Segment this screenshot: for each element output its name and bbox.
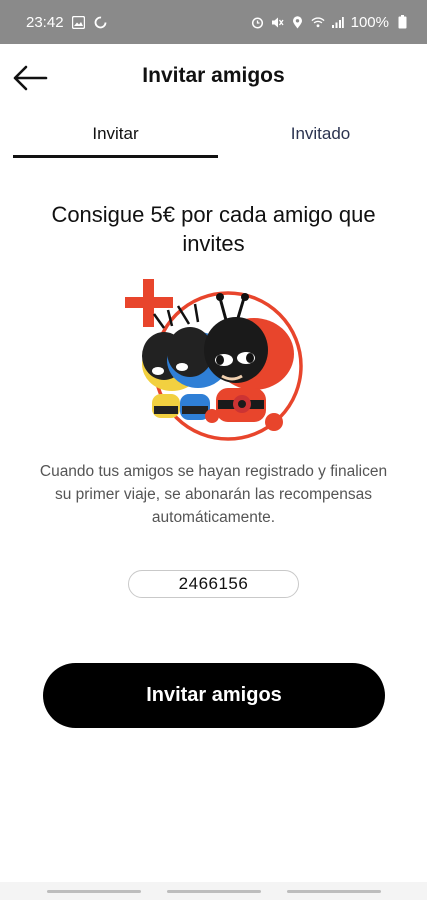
status-time: 23:42: [26, 13, 64, 31]
signal-icon: [331, 15, 345, 29]
invite-friends-button[interactable]: Invitar amigos: [43, 663, 385, 728]
battery-icon: [395, 15, 409, 29]
selected-tab-indicator: [13, 155, 218, 158]
nav-recents-pill[interactable]: [47, 890, 141, 893]
image-notification-icon: [72, 15, 86, 29]
location-icon: [291, 15, 305, 29]
nav-back-pill[interactable]: [287, 890, 381, 893]
sync-icon: [94, 15, 108, 29]
status-bar: 23:42 100%: [0, 0, 427, 44]
alarm-icon: [251, 15, 265, 29]
tab-invitado[interactable]: Invitado: [218, 110, 423, 158]
system-navigation-bar: [0, 882, 427, 900]
reward-description: Cuando tus amigos se hayan registrado y …: [39, 463, 388, 526]
reward-headline: Consigue 5€ por cada amigo que invites: [51, 202, 376, 256]
battery-percentage: 100%: [350, 13, 389, 31]
tab-bar: Invitar Invitado: [0, 110, 427, 158]
mute-icon: [271, 15, 285, 29]
wifi-icon: [311, 15, 325, 29]
app-bar: Invitar amigos: [0, 44, 427, 110]
page-title: Invitar amigos: [142, 64, 285, 87]
invite-code-field[interactable]: 2466156: [128, 570, 299, 598]
tab-invitar[interactable]: Invitar: [13, 110, 218, 158]
plus-icon: [125, 279, 173, 327]
nav-home-pill[interactable]: [167, 890, 261, 893]
ant-mascots-illustration: [124, 276, 314, 446]
